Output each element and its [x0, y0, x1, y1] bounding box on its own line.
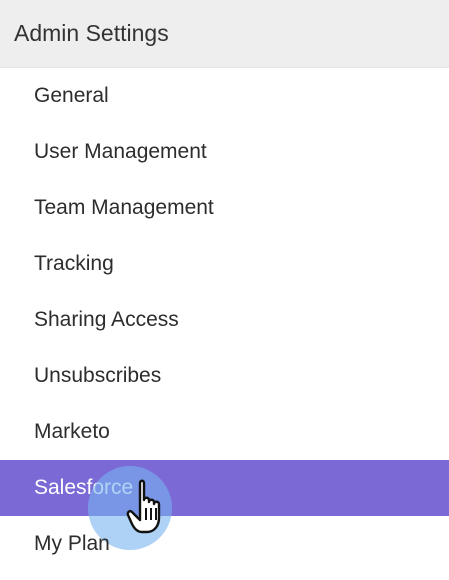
sidebar-item-my-plan[interactable]: My Plan [0, 516, 449, 572]
sidebar-item-sharing-access[interactable]: Sharing Access [0, 292, 449, 348]
admin-settings-panel: Admin Settings General User Management T… [0, 0, 449, 580]
sidebar-item-marketo[interactable]: Marketo [0, 404, 449, 460]
sidebar-item-label: User Management [34, 140, 207, 163]
sidebar-item-team-management[interactable]: Team Management [0, 180, 449, 236]
sidebar-item-user-management[interactable]: User Management [0, 124, 449, 180]
sidebar-item-label: Marketo [34, 420, 110, 443]
sidebar-item-label: General [34, 84, 109, 107]
sidebar-item-label: Sharing Access [34, 308, 179, 331]
sidebar-header: Admin Settings [0, 0, 449, 68]
sidebar-item-label: My Plan [34, 532, 110, 555]
sidebar-item-label: Salesforce [34, 476, 134, 499]
sidebar-item-label: Team Management [34, 196, 214, 219]
sidebar-item-unsubscribes[interactable]: Unsubscribes [0, 348, 449, 404]
sidebar-item-label: Unsubscribes [34, 364, 162, 387]
sidebar-item-label: Tracking [34, 252, 114, 275]
sidebar-title: Admin Settings [14, 20, 169, 46]
sidebar-item-general[interactable]: General [0, 68, 449, 124]
sidebar-menu: General User Management Team Management … [0, 68, 449, 572]
sidebar-item-salesforce[interactable]: Salesforce [0, 460, 449, 550]
sidebar-item-tracking[interactable]: Tracking [0, 236, 449, 292]
